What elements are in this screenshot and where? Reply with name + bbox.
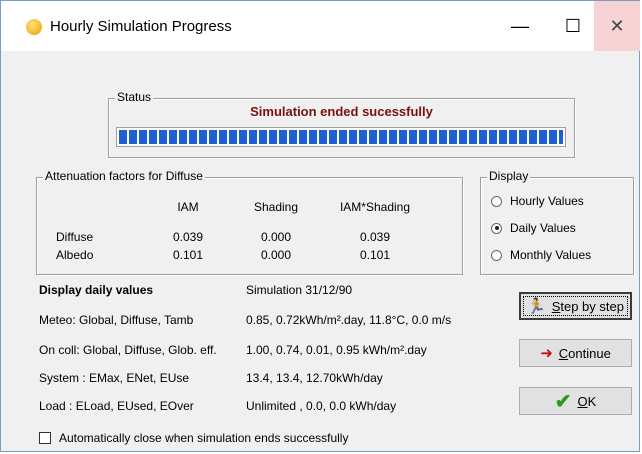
arrow-right-icon: ➜ <box>540 345 553 362</box>
dialog-body: Status Simulation ended sucessfully Atte… <box>1 51 639 451</box>
progress-bar <box>116 127 566 147</box>
radio-monthly-values[interactable]: Monthly Values <box>491 248 591 262</box>
radio-button[interactable] <box>491 222 502 234</box>
simulation-date: Simulation 31/12/90 <box>246 283 353 297</box>
diffuse-shading: 0.000 <box>260 230 292 244</box>
col-header-shading: Shading <box>253 200 299 214</box>
simulation-progress-window: Hourly Simulation Progress — ☐ ✕ Status … <box>0 0 640 452</box>
on-coll-label: On coll: Global, Diffuse, Glob. eff. <box>39 343 217 357</box>
status-group: Status Simulation ended sucessfully <box>108 90 575 158</box>
continue-label: Continue <box>558 345 611 361</box>
radio-label: Hourly Values <box>510 194 584 208</box>
ok-label: OK <box>577 393 597 409</box>
minimize-button[interactable]: — <box>497 1 543 51</box>
status-group-label: Status <box>115 90 154 104</box>
radio-label: Daily Values <box>510 221 576 235</box>
radio-daily-values[interactable]: Daily Values <box>491 221 576 235</box>
row-label-albedo: Albedo <box>56 248 94 262</box>
running-man-icon: 🏃 <box>527 298 546 315</box>
system-value: 13.4, 13.4, 12.70kWh/day <box>246 371 383 385</box>
diffuse-iam-shading: 0.039 <box>359 230 391 244</box>
auto-close-checkbox[interactable] <box>39 432 51 444</box>
status-message: Simulation ended sucessfully <box>250 104 433 119</box>
window-title: Hourly Simulation Progress <box>50 18 232 35</box>
radio-hourly-values[interactable]: Hourly Values <box>491 194 584 208</box>
meteo-value: 0.85, 0.72kWh/m².day, 11.8°C, 0.0 m/s <box>246 313 452 327</box>
radio-button[interactable] <box>491 195 502 207</box>
maximize-button[interactable]: ☐ <box>550 1 596 51</box>
step-by-step-label: Step by step <box>551 298 624 314</box>
auto-close-option[interactable]: Automatically close when simulation ends… <box>39 431 348 445</box>
attenuation-group-label: Attenuation factors for Diffuse <box>43 169 205 183</box>
close-button[interactable]: ✕ <box>594 1 640 51</box>
load-label: Load : ELoad, EUsed, EOver <box>39 399 194 413</box>
col-header-iam-shading: IAM*Shading <box>339 200 411 214</box>
albedo-iam-shading: 0.101 <box>359 248 391 262</box>
albedo-shading: 0.000 <box>260 248 292 262</box>
radio-label: Monthly Values <box>510 248 592 262</box>
step-by-step-button[interactable]: 🏃 Step by step <box>519 292 632 320</box>
auto-close-label: Automatically close when simulation ends… <box>59 431 349 445</box>
display-group: Display Hourly Values Daily Values Month… <box>480 169 634 275</box>
display-group-label: Display <box>487 169 531 183</box>
system-label: System : EMax, ENet, EUse <box>39 371 190 385</box>
load-value: Unlimited , 0.0, 0.0 kWh/day <box>246 399 397 413</box>
app-icon <box>26 19 42 35</box>
attenuation-group: Attenuation factors for Diffuse IAM Shad… <box>36 169 463 275</box>
progress-bar-fill <box>119 130 563 144</box>
continue-button[interactable]: ➜ Continue <box>519 339 632 367</box>
on-coll-value: 1.00, 0.74, 0.01, 0.95 kWh/m².day <box>246 343 427 357</box>
ok-button[interactable]: ✔ OK <box>519 387 632 415</box>
radio-button[interactable] <box>491 249 502 261</box>
display-heading: Display daily values <box>39 283 154 297</box>
row-label-diffuse: Diffuse <box>56 230 94 244</box>
title-bar[interactable]: Hourly Simulation Progress — ☐ ✕ <box>1 1 640 51</box>
checkmark-icon: ✔ <box>554 390 572 413</box>
meteo-label: Meteo: Global, Diffuse, Tamb <box>39 313 194 327</box>
